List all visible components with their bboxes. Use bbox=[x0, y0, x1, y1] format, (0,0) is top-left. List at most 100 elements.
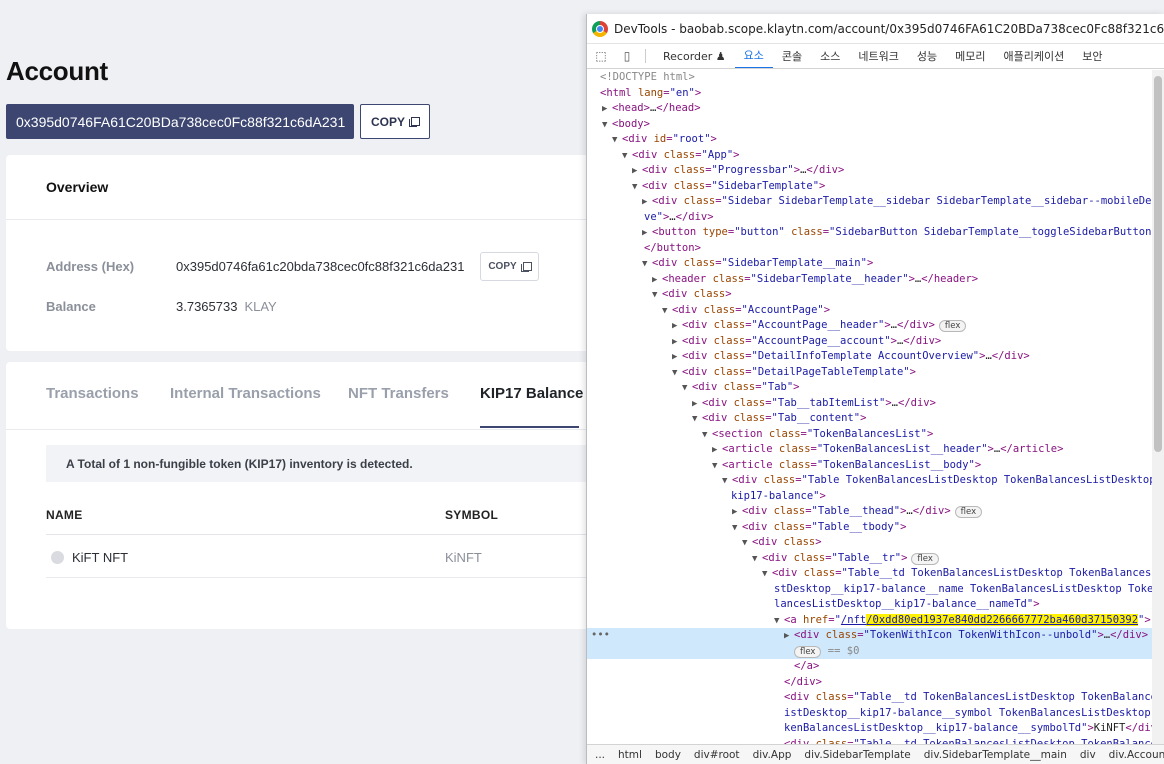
dom-node[interactable]: ▼ <article class="TokenBalancesList__body… bbox=[587, 458, 1152, 474]
dom-node[interactable]: <!DOCTYPE html> bbox=[587, 70, 1152, 86]
collapse-arrow-icon: ▼ bbox=[702, 429, 708, 440]
dom-node[interactable]: ▶ <div class="Tab__tabItemList">…</div> bbox=[587, 396, 1152, 412]
dom-node[interactable]: ▶ <article class="TokenBalancesList__head… bbox=[587, 442, 1152, 458]
dom-node[interactable]: ▶ <div class="Sidebar SidebarTemplate__si… bbox=[587, 194, 1152, 210]
breadcrumb-item[interactable]: div.App bbox=[753, 749, 792, 761]
dom-node[interactable]: </div> bbox=[587, 675, 1152, 691]
tab-kip17-balance[interactable]: KIP17 Balance bbox=[480, 385, 583, 402]
selected-dom-node[interactable]: ••• ▶ <div class="TokenWithIcon TokenWithI… bbox=[587, 628, 1152, 644]
more-actions-icon[interactable]: ••• bbox=[591, 628, 610, 644]
balance-unit: KLAY bbox=[244, 299, 277, 314]
breadcrumb-item[interactable]: div#root bbox=[694, 749, 740, 761]
selected-dom-node-cont[interactable]: flex == $0 bbox=[587, 643, 1152, 659]
dom-node[interactable]: ▼ <div class="Table TokenBalancesListDesk… bbox=[587, 473, 1152, 489]
dom-node[interactable]: ▼ <div class> bbox=[587, 535, 1152, 551]
active-tab-indicator bbox=[480, 426, 579, 428]
tab-memory[interactable]: 메모리 bbox=[946, 44, 994, 68]
dom-node: istDesktop__kip17-balance__symbol TokenB… bbox=[784, 706, 1152, 719]
collapse-arrow-icon: ▼ bbox=[632, 181, 638, 192]
collapse-arrow-icon: ▼ bbox=[672, 367, 678, 378]
expand-arrow-icon: ▶ bbox=[712, 445, 718, 455]
dom-node[interactable]: ▶ <div class="Table__thead">…</div> flex bbox=[587, 504, 1152, 520]
dom-node: stDesktop__kip17-balance__name TokenBala… bbox=[774, 582, 1152, 595]
dom-node[interactable]: ▼ <div class="Tab"> bbox=[587, 380, 1152, 396]
expand-arrow-icon: ▶ bbox=[632, 166, 638, 176]
device-toolbar-icon[interactable]: ▯ bbox=[619, 48, 635, 64]
overview-title: Overview bbox=[46, 179, 109, 195]
dom-node[interactable]: ▼ <div class="Tab__content"> bbox=[587, 411, 1152, 427]
copy-button-label: COPY bbox=[370, 114, 405, 129]
dom-node[interactable]: ▶ <header class="SidebarTemplate__header"… bbox=[587, 272, 1152, 288]
dom-node[interactable]: ▶ <head>…</head> bbox=[587, 101, 1152, 117]
breadcrumb-item[interactable]: html bbox=[618, 749, 642, 761]
dom-node[interactable]: ▼ <div class="AccountPage"> bbox=[587, 303, 1152, 319]
account-page: Account 0x395d0746FA61C20BDa738cec0Fc88f… bbox=[0, 0, 590, 764]
breadcrumb-item[interactable]: div.SidebarTemplate__main bbox=[924, 749, 1067, 761]
dom-node[interactable]: ▼ <div class="SidebarTemplate__main"> bbox=[587, 256, 1152, 272]
collapse-arrow-icon: ▼ bbox=[774, 615, 780, 626]
token-name: KiFT NFT bbox=[72, 550, 129, 565]
dom-node[interactable]: ▼ <div class="Table__tbody"> bbox=[587, 520, 1152, 536]
tab-security[interactable]: 보안 bbox=[1073, 44, 1111, 68]
dom-node[interactable]: ▶ <div class="AccountPage__account">…</di… bbox=[587, 334, 1152, 350]
copy-hex-button[interactable]: COPY bbox=[480, 252, 539, 281]
inspect-element-icon[interactable]: ⬚ bbox=[593, 48, 609, 64]
tab-console[interactable]: 콘솔 bbox=[773, 44, 811, 68]
scrollbar-thumb[interactable] bbox=[1154, 76, 1162, 452]
tab-performance[interactable]: 성능 bbox=[908, 44, 946, 68]
token-name-link[interactable]: KiFT NFT bbox=[51, 550, 128, 565]
flex-badge[interactable]: flex bbox=[794, 645, 822, 658]
copy-address-button[interactable]: COPY bbox=[360, 104, 430, 139]
dom-node[interactable]: ▼ <div class="DetailPageTableTemplate"> bbox=[587, 365, 1152, 381]
tab-application[interactable]: 애플리케이션 bbox=[995, 44, 1074, 68]
dom-node[interactable]: ▼ <div id="root"> bbox=[587, 132, 1152, 148]
expand-arrow-icon: ▶ bbox=[784, 631, 790, 641]
dom-node[interactable]: <div class="Table__td TokenBalancesListD… bbox=[587, 737, 1152, 745]
tab-transactions[interactable]: Transactions bbox=[46, 385, 139, 402]
dom-node[interactable]: ▼ <div class="Table__tr"> flex bbox=[587, 551, 1152, 567]
elements-tree[interactable]: <!DOCTYPE html> <html lang="en"> ▶ <head>… bbox=[587, 70, 1152, 744]
flex-badge[interactable]: flex bbox=[938, 320, 967, 332]
dom-node[interactable]: ▶ <button type="button" class="SidebarBut… bbox=[587, 225, 1152, 241]
token-icon bbox=[51, 551, 64, 564]
breadcrumb-item[interactable]: ... bbox=[595, 749, 605, 761]
dom-node[interactable]: ▼ <body> bbox=[587, 117, 1152, 133]
flex-badge[interactable]: flex bbox=[911, 552, 939, 565]
dom-node[interactable]: </a> bbox=[587, 659, 1152, 675]
balance-value: 3.7365733 KLAY bbox=[176, 299, 277, 314]
dom-node[interactable]: ▼ <div class="App"> bbox=[587, 148, 1152, 164]
tab-nft-transfers[interactable]: NFT Transfers bbox=[348, 385, 449, 402]
dom-node[interactable]: ▶ <div class="AccountPage__header">…</div… bbox=[587, 318, 1152, 334]
copy-icon bbox=[409, 116, 420, 127]
dom-node[interactable]: ▼ <div class="SidebarTemplate"> bbox=[587, 179, 1152, 195]
devtools-title: DevTools - baobab.scope.klaytn.com/accou… bbox=[614, 21, 1164, 36]
overview-card: Overview Address (Hex) 0x395d0746fa61c20… bbox=[6, 155, 590, 351]
devtools-toolbar: ⬚ ▯ Recorder ♟ 요소 콘솔 소스 네트워크 성능 메모리 애플리케… bbox=[587, 44, 1164, 69]
tab-network[interactable]: 네트워크 bbox=[849, 44, 907, 68]
recorder-label: Recorder bbox=[663, 49, 713, 63]
breadcrumb-item[interactable]: body bbox=[655, 749, 681, 761]
tab-elements[interactable]: 요소 bbox=[734, 44, 773, 68]
href-link-highlighted[interactable]: /0xdd80ed1937e840dd2266667772ba460d37150… bbox=[866, 613, 1139, 626]
dom-node[interactable]: ▶ <div class="Progressbar">…</div> bbox=[587, 163, 1152, 179]
flex-badge[interactable]: flex bbox=[954, 506, 983, 518]
dom-node[interactable]: ▼ <div class="Table__td TokenBalancesList… bbox=[587, 566, 1152, 582]
breadcrumb-item[interactable]: div.SidebarTemplate bbox=[804, 749, 910, 761]
dom-node[interactable]: <html lang="en"> bbox=[587, 86, 1152, 102]
column-header-name: NAME bbox=[46, 508, 83, 522]
breadcrumb-item[interactable]: div bbox=[1080, 749, 1096, 761]
address-hex-label: Address (Hex) bbox=[46, 259, 135, 274]
dom-node[interactable]: ▼ <div class> bbox=[587, 287, 1152, 303]
tab-recorder[interactable]: Recorder ♟ bbox=[654, 44, 735, 68]
expand-arrow-icon: ▶ bbox=[672, 321, 678, 331]
dom-node[interactable]: ▼ <a href="/nft/0xdd80ed1937e840dd2266667… bbox=[587, 613, 1152, 629]
tab-sources[interactable]: 소스 bbox=[811, 44, 849, 68]
breadcrumb-item[interactable]: div.AccountPag bbox=[1109, 749, 1164, 761]
tab-internal-transactions[interactable]: Internal Transactions bbox=[170, 385, 321, 402]
elements-scrollbar[interactable] bbox=[1152, 70, 1164, 744]
dom-node[interactable]: ▼ <section class="TokenBalancesList"> bbox=[587, 427, 1152, 443]
collapse-arrow-icon: ▼ bbox=[692, 414, 698, 424]
dom-node[interactable]: <div class="Table__td TokenBalancesListD… bbox=[587, 690, 1152, 706]
href-link-prefix[interactable]: /nft bbox=[841, 614, 866, 626]
dom-node[interactable]: ▶ <div class="DetailInfoTemplate AccountO… bbox=[587, 349, 1152, 365]
